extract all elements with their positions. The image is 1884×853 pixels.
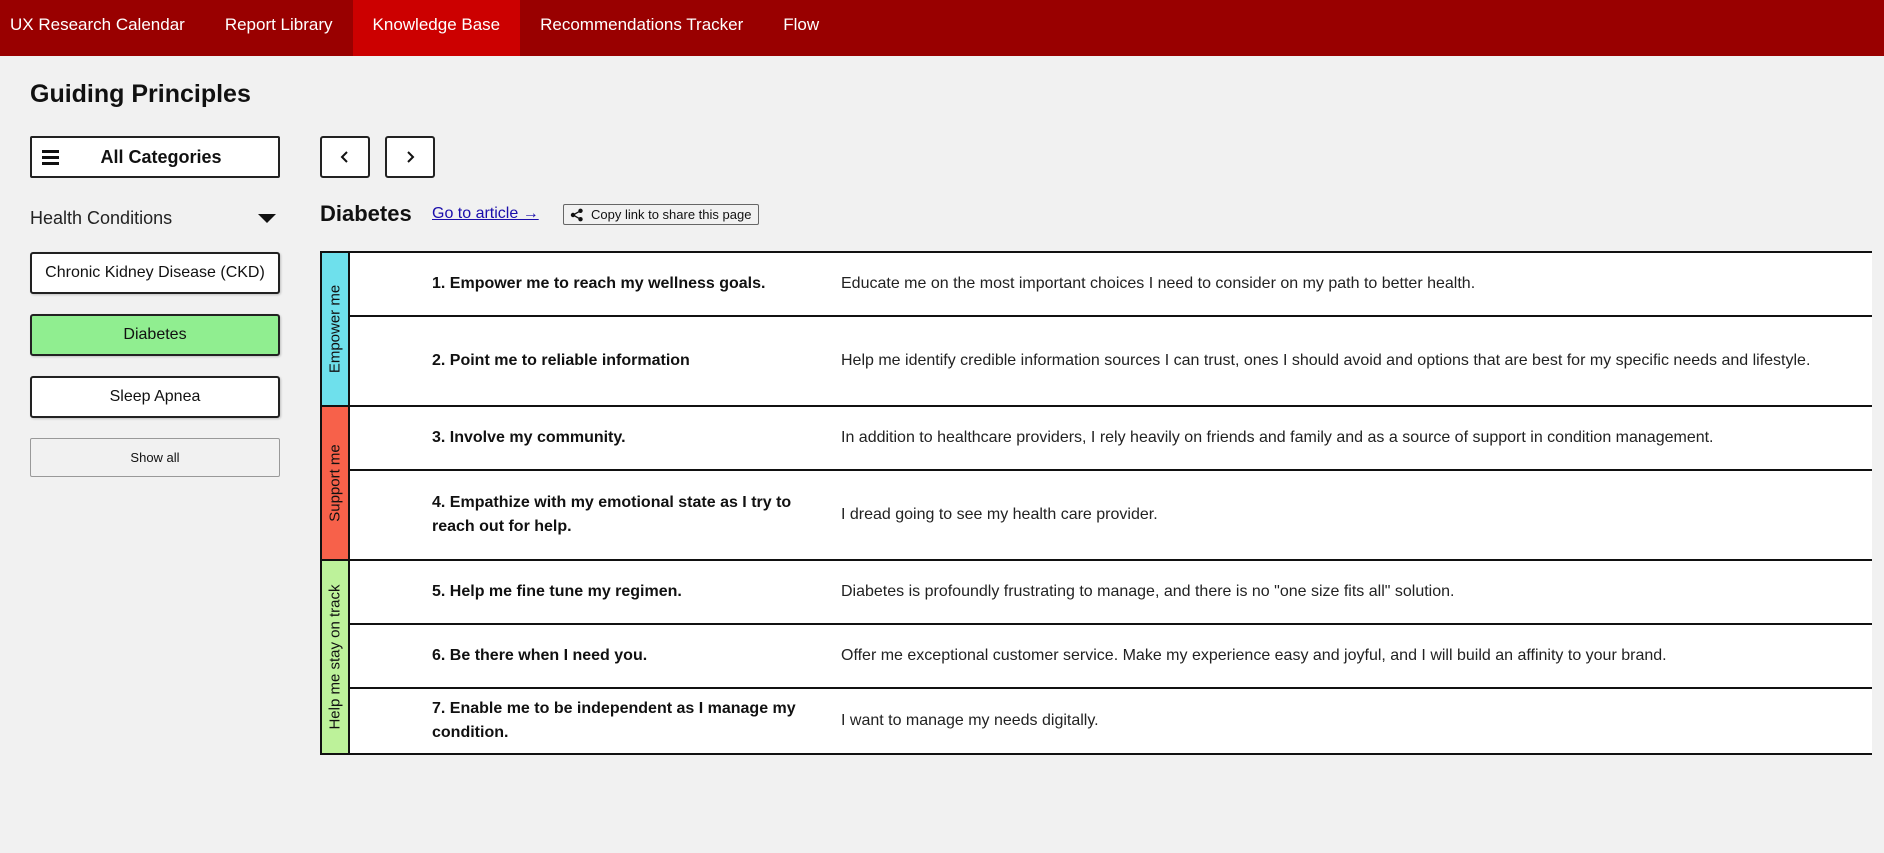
hamburger-menu-icon [42,150,59,165]
principle-group-empower-me: Empower me 1. Empower me to reach my wel… [322,253,1872,407]
page-title: Guiding Principles [30,80,251,108]
group-label-text: Support me [326,444,344,522]
show-all-button[interactable]: Show all [30,438,280,477]
principle-row: 2. Point me to reliable information Help… [350,317,1872,405]
principles-table: Empower me 1. Empower me to reach my wel… [320,251,1872,755]
group-label-support-me: Support me [322,407,350,559]
previous-button[interactable] [320,136,370,178]
category-dropdown-health-conditions[interactable]: Health Conditions [30,208,280,229]
principle-row: 5. Help me fine tune my regimen. Diabete… [350,561,1872,625]
condition-title: Diabetes [320,201,412,226]
principle-row: 6. Be there when I need you. Offer me ex… [350,625,1872,689]
nav-flow[interactable]: Flow [763,0,839,56]
category-label: Health Conditions [30,208,173,228]
principle-description: Diabetes is profoundly frustrating to ma… [841,583,1455,600]
principle-row: 1. Empower me to reach my wellness goals… [350,253,1872,317]
chevron-right-icon [407,151,415,163]
caret-down-icon [258,214,276,223]
share-icon [570,208,583,221]
condition-button-ckd[interactable]: Chronic Kidney Disease (CKD) [30,252,280,294]
nav-ux-research-calendar[interactable]: UX Research Calendar [0,0,205,56]
nav-recommendations-tracker[interactable]: Recommendations Tracker [520,0,763,56]
group-label-text: Help me stay on track [326,584,344,730]
principle-description: I want to manage my needs digitally. [841,712,1099,729]
principle-title: 3. Involve my community. [432,429,626,446]
principle-title: 2. Point me to reliable information [432,352,690,369]
principle-title: 1. Empower me to reach my wellness goals… [432,275,766,292]
principle-description: Educate me on the most important choices… [841,275,1476,292]
go-to-article-link[interactable]: Go to article → [432,205,539,223]
principle-row: 4. Empathize with my emotional state as … [350,471,1872,559]
group-label-text: Empower me [326,284,344,374]
principle-group-help-me-stay-on-track: Help me stay on track 5. Help me fine tu… [322,561,1872,753]
principle-row: 7. Enable me to be independent as I mana… [350,689,1872,753]
principle-title: 7. Enable me to be independent as I mana… [432,700,796,741]
top-nav: UX Research Calendar Report Library Know… [0,0,1884,56]
group-label-help-me-stay-on-track: Help me stay on track [322,561,350,753]
condition-button-diabetes[interactable]: Diabetes [30,314,280,356]
next-button[interactable] [385,136,435,178]
nav-knowledge-base[interactable]: Knowledge Base [352,0,521,56]
nav-report-library[interactable]: Report Library [205,0,353,56]
chevron-left-icon [340,151,348,163]
condition-button-sleep-apnea[interactable]: Sleep Apnea [30,376,280,418]
principle-description: Offer me exceptional customer service. M… [841,647,1667,664]
principle-description: Help me identify credible information so… [841,352,1811,369]
group-label-empower-me: Empower me [322,253,350,405]
all-categories-button[interactable]: All Categories [30,136,280,178]
principle-title: 5. Help me fine tune my regimen. [432,583,682,600]
principle-title: 6. Be there when I need you. [432,647,648,664]
principle-row: 3. Involve my community. In addition to … [350,407,1872,471]
all-categories-label: All Categories [100,146,222,167]
copy-link-label: Copy link to share this page [591,207,752,222]
principle-group-support-me: Support me 3. Involve my community. In a… [322,407,1872,561]
principle-description: In addition to healthcare providers, I r… [841,429,1714,446]
principle-description: I dread going to see my health care prov… [841,506,1158,523]
copy-link-button[interactable]: Copy link to share this page [563,204,760,225]
principle-title: 4. Empathize with my emotional state as … [432,494,792,535]
